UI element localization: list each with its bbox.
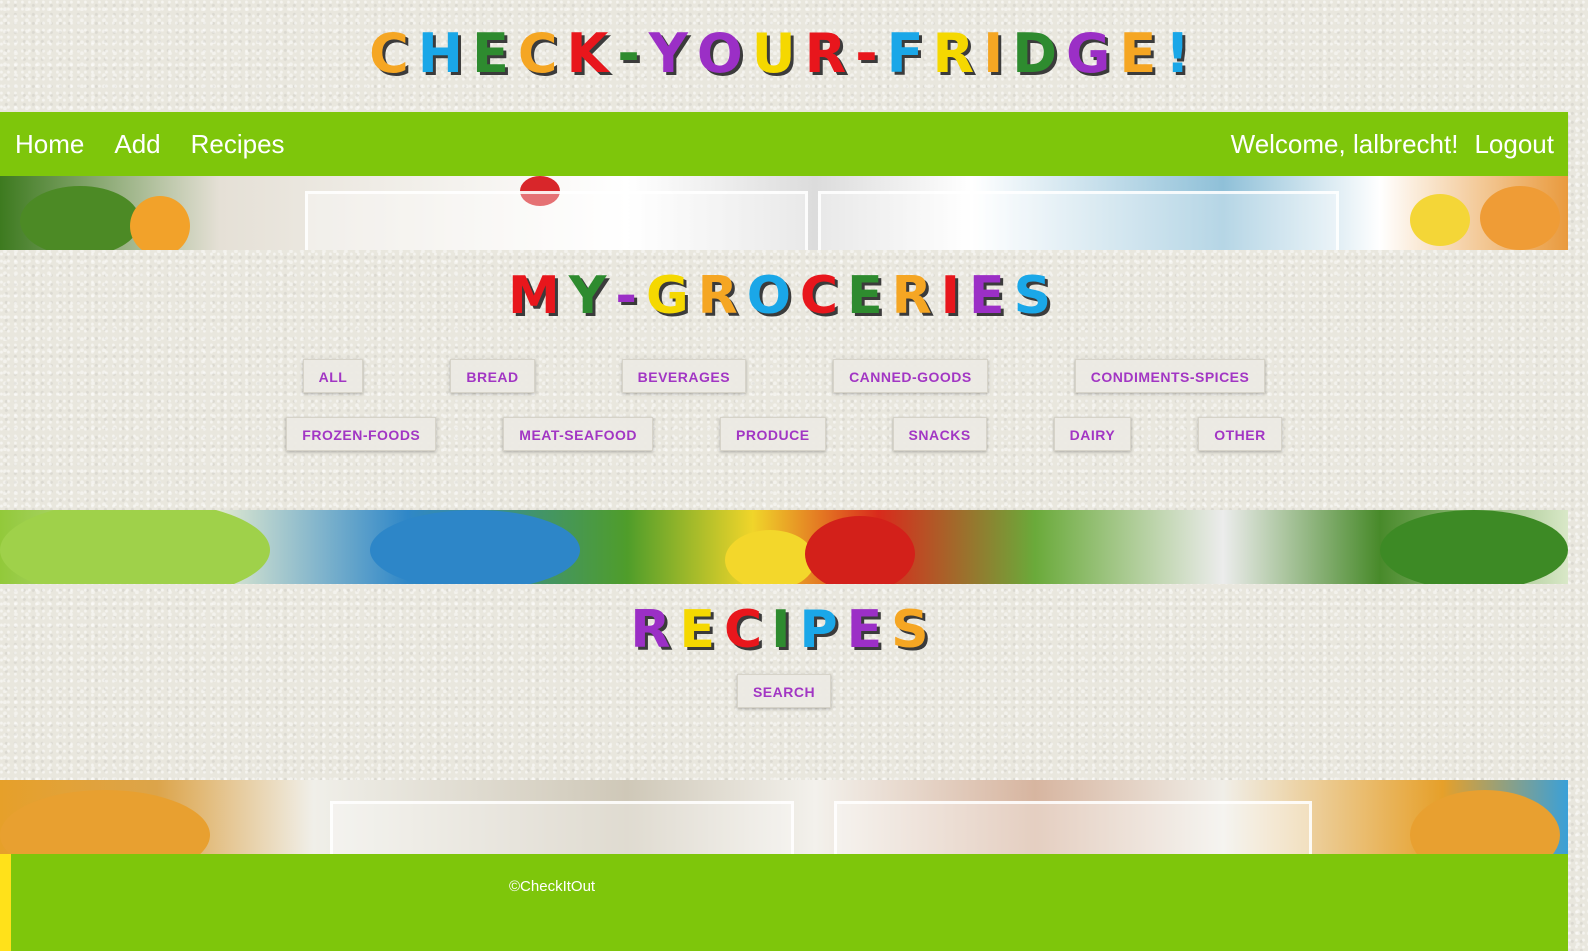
recipes-heading-letter: C: [723, 600, 772, 660]
recipes-heading: RECIPES: [0, 600, 1568, 662]
red-pepper-image: [805, 516, 915, 584]
groceries-heading-letter: R: [891, 266, 941, 326]
groceries-heading-letter: G: [645, 266, 698, 326]
category-button-meat-seafood[interactable]: MEAT-SEAFOOD: [503, 417, 654, 451]
groceries-heading-letter: Y: [568, 266, 616, 326]
water-bottles-image: [370, 510, 580, 584]
eggs-image: [1480, 186, 1560, 250]
groceries-heading-letter: C: [799, 266, 848, 326]
site-title-letter: R: [932, 22, 984, 85]
groceries-heading-letter: O: [746, 266, 800, 326]
jam-jar-image: [1410, 790, 1560, 854]
fridge-banner-bottom: [0, 780, 1568, 854]
logout-link[interactable]: Logout: [1474, 129, 1554, 160]
parsley-image: [1380, 510, 1568, 584]
groceries-heading-letter: E: [847, 266, 892, 326]
site-title-letter: G: [1066, 22, 1120, 85]
recipes-heading-letter: E: [679, 600, 724, 660]
category-button-beverages[interactable]: BEVERAGES: [621, 359, 747, 393]
site-title-letter: K: [566, 22, 618, 85]
category-button-other[interactable]: OTHER: [1198, 417, 1282, 451]
groceries-heading-letter: -: [615, 266, 646, 326]
site-title-letter: E: [1119, 22, 1166, 85]
site-title-letter: C: [517, 22, 567, 85]
category-button-frozen-foods[interactable]: FROZEN-FOODS: [286, 417, 437, 451]
lemon-image: [1410, 194, 1470, 246]
category-button-bread[interactable]: BREAD: [450, 359, 535, 393]
fridge-drawer-right: [834, 801, 1312, 854]
groceries-heading-letter: I: [940, 266, 970, 326]
category-filter-row-1: ALL BREAD BEVERAGES CANNED-GOODS CONDIMENTS-…: [0, 359, 1568, 393]
nav-links: Home Add Recipes: [0, 129, 300, 160]
site-title-letter: -: [855, 22, 887, 85]
category-button-produce[interactable]: PRODUCE: [720, 417, 826, 451]
site-title-letter: Y: [648, 22, 697, 85]
category-button-dairy[interactable]: DAIRY: [1053, 417, 1132, 451]
groceries-heading-letter: R: [697, 266, 747, 326]
leafy-greens-image: [20, 186, 140, 250]
site-title-letter: !: [1165, 22, 1199, 85]
orange-fruit-image: [130, 196, 190, 250]
nav-add-link[interactable]: Add: [114, 129, 160, 160]
lettuce-image: [0, 510, 270, 584]
site-title-letter: E: [471, 22, 518, 85]
site-title-letter: C: [369, 22, 418, 85]
groceries-heading-letter: M: [507, 266, 569, 326]
my-groceries-heading: MY-GROCERIES: [0, 266, 1568, 328]
nav-recipes-link[interactable]: Recipes: [191, 129, 285, 160]
site-title-letter: D: [1012, 22, 1067, 85]
fridge-banner-top: [0, 176, 1568, 250]
site-title-letter: R: [804, 22, 856, 85]
site-title-letter: H: [417, 22, 472, 85]
groceries-heading-letter: S: [1013, 266, 1061, 326]
juice-jars-image: [0, 790, 210, 854]
footer-accent-strip: [0, 854, 11, 951]
footer: ©CheckItOut: [11, 854, 1568, 951]
site-title-letter: F: [886, 22, 933, 85]
recipes-heading-letter: I: [771, 600, 800, 660]
groceries-heading-letter: E: [969, 266, 1014, 326]
copyright-text: ©CheckItOut: [509, 878, 596, 895]
site-title-letter: U: [751, 22, 805, 85]
category-button-all[interactable]: ALL: [302, 359, 364, 393]
site-title-letter: O: [696, 22, 752, 85]
category-button-snacks[interactable]: SNACKS: [892, 417, 987, 451]
recipe-search-area: SEARCH: [0, 674, 1568, 708]
recipe-search-button[interactable]: SEARCH: [736, 674, 832, 708]
recipes-heading-letter: E: [846, 600, 892, 660]
recipes-heading-letter: P: [799, 600, 847, 660]
top-navbar: Home Add Recipes Welcome, lalbrecht! Log…: [0, 112, 1568, 176]
category-filter-row-2: FROZEN-FOODS MEAT-SEAFOOD PRODUCE SNACKS DAI…: [0, 417, 1568, 451]
site-title: C H E C K - Y O U R - F R I D G E!: [0, 22, 1568, 88]
welcome-message: Welcome, lalbrecht!: [1230, 128, 1459, 159]
site-title-letter: I: [983, 22, 1013, 85]
recipes-heading-letter: S: [891, 600, 938, 660]
fridge-drawer-left: [330, 801, 794, 854]
fridge-banner-middle: [0, 510, 1568, 584]
recipes-heading-letter: R: [630, 600, 680, 660]
nav-user-area: Welcome, lalbrecht! Logout: [1231, 129, 1568, 160]
nav-home-link[interactable]: Home: [15, 129, 84, 160]
site-title-letter: -: [617, 22, 649, 85]
category-button-condiments-spices[interactable]: CONDIMENTS-SPICES: [1074, 359, 1266, 393]
category-button-canned-goods[interactable]: CANNED-GOODS: [833, 359, 988, 393]
fridge-drawer-left: [305, 191, 808, 250]
lemon-image: [725, 530, 815, 584]
fridge-drawer-right: [818, 191, 1339, 250]
